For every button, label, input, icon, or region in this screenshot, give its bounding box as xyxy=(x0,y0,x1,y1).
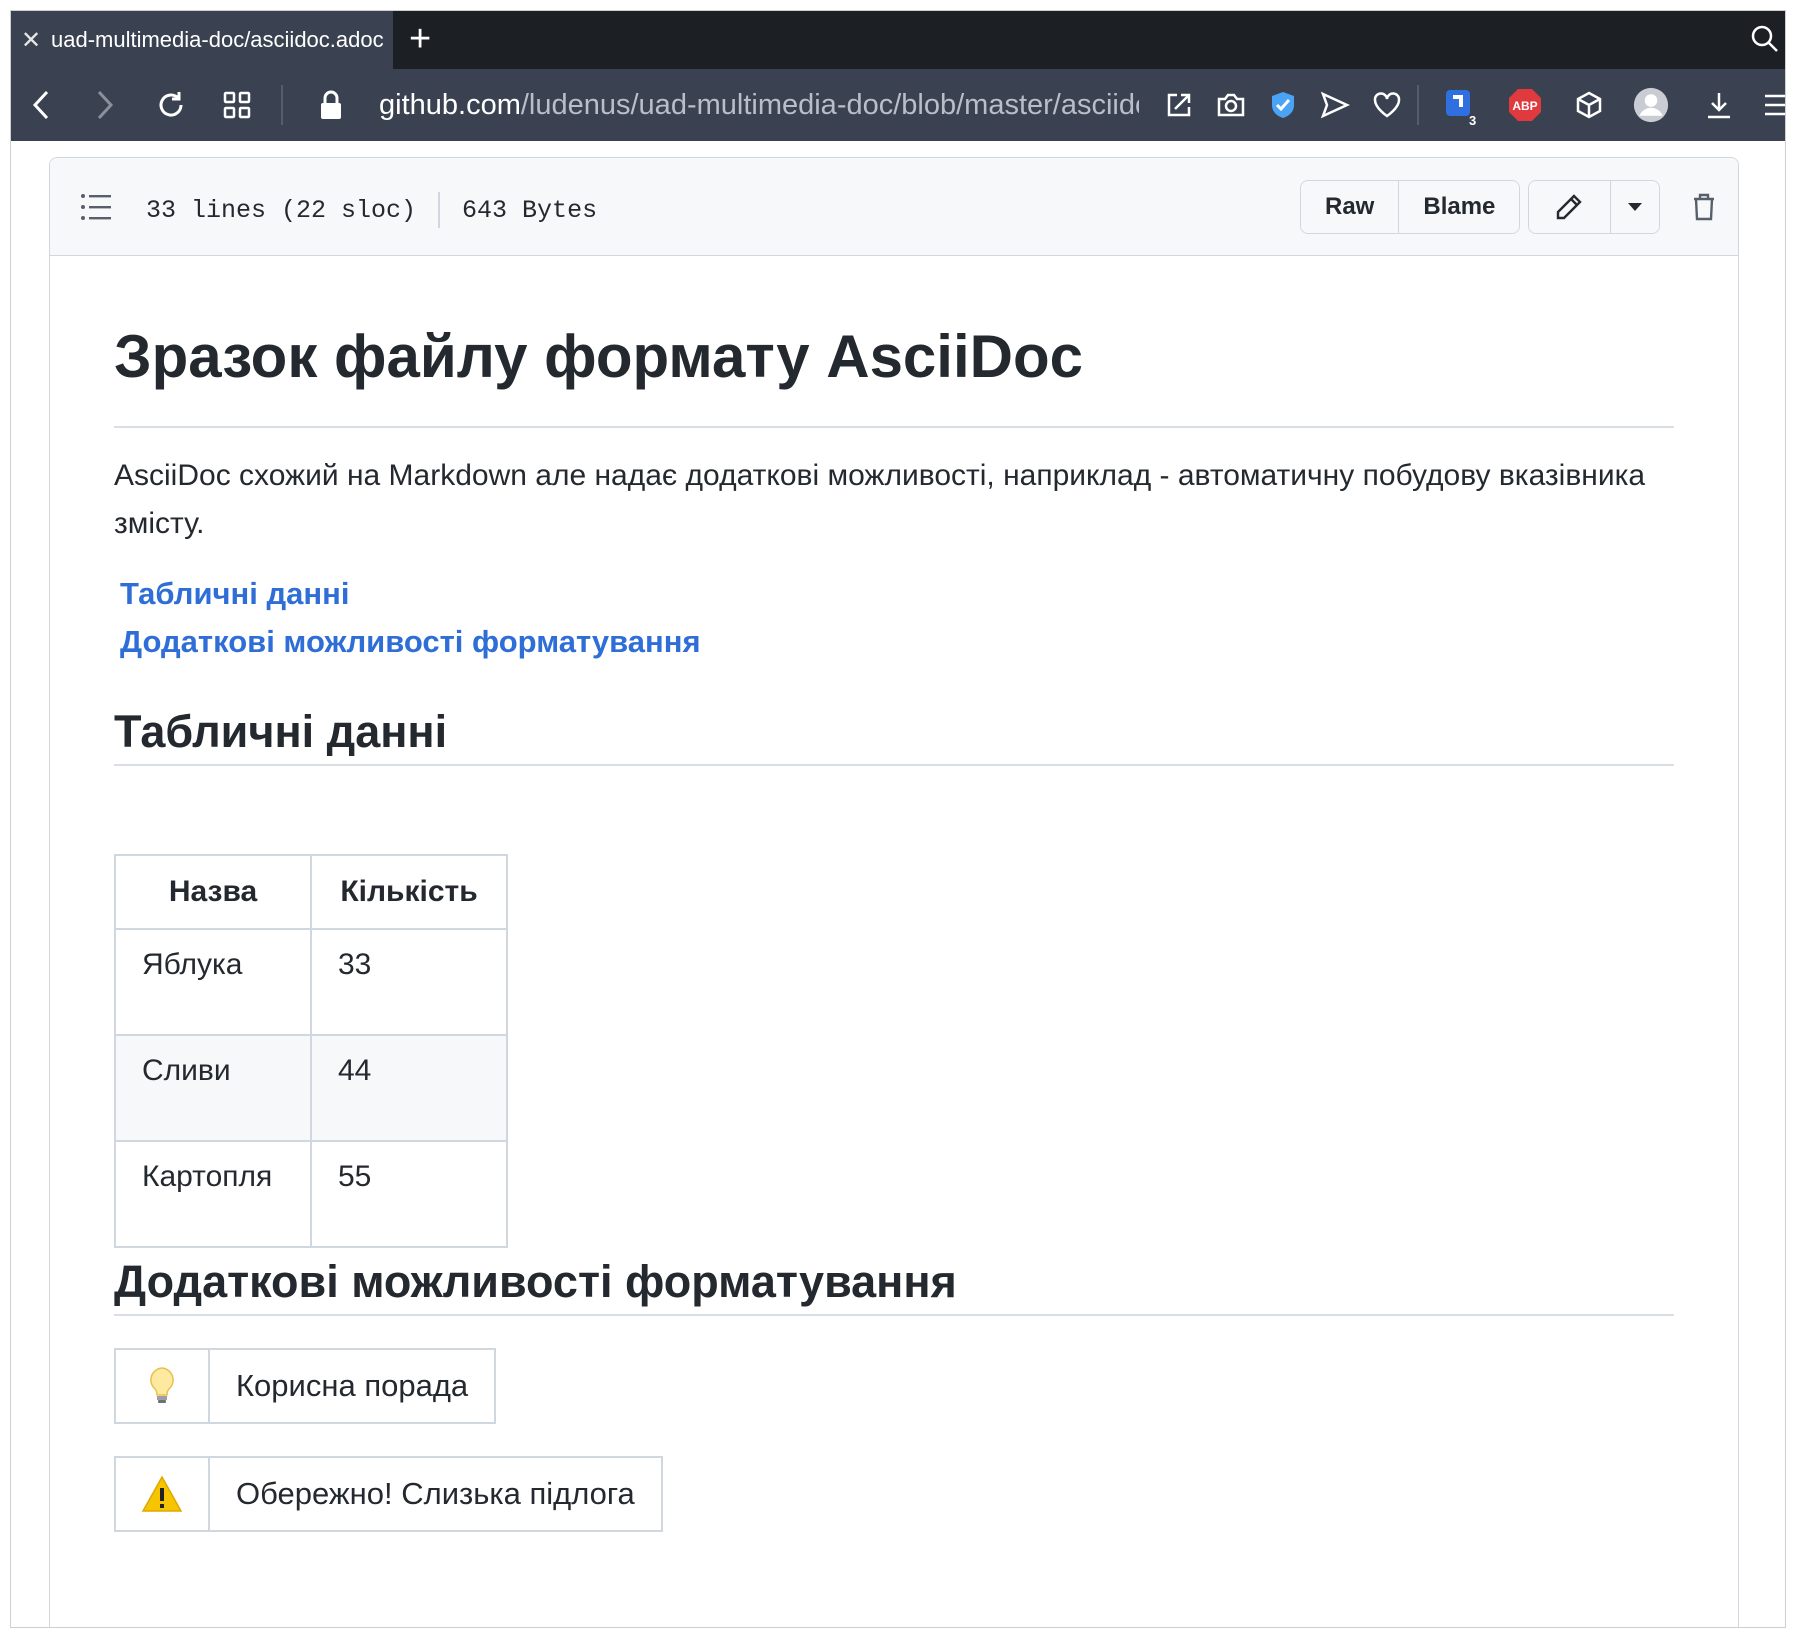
tab-active[interactable]: ✕ uad-multimedia-doc/asciidoc.adoc xyxy=(11,11,393,69)
tab-bar: ✕ uad-multimedia-doc/asciidoc.adoc + xyxy=(11,11,1785,69)
edit-group xyxy=(1528,180,1660,234)
camera-icon[interactable] xyxy=(1213,87,1249,123)
section-heading-tables: Табличні данні xyxy=(114,706,448,757)
svg-text:ABP: ABP xyxy=(1512,99,1537,113)
extension-badge: 3 xyxy=(1469,113,1477,128)
table-cell: 55 xyxy=(310,1140,508,1248)
close-icon[interactable]: ✕ xyxy=(11,26,51,55)
shield-check-icon[interactable] xyxy=(1265,87,1301,123)
table-cell: Картопля xyxy=(114,1140,312,1248)
lightbulb-icon xyxy=(116,1350,210,1422)
table-row: Сливи 44 xyxy=(114,1034,508,1142)
blame-button[interactable]: Blame xyxy=(1398,181,1520,233)
raw-button[interactable]: Raw xyxy=(1301,181,1399,233)
share-icon[interactable] xyxy=(1161,87,1197,123)
divider xyxy=(114,426,1674,428)
pencil-icon[interactable] xyxy=(1529,181,1610,233)
trash-icon[interactable] xyxy=(1686,188,1722,226)
tip-text: Корисна порада xyxy=(236,1368,469,1403)
lock-icon[interactable] xyxy=(313,87,349,123)
send-icon[interactable] xyxy=(1317,87,1353,123)
separator xyxy=(1417,85,1419,125)
table-row: Картопля 55 xyxy=(114,1140,508,1248)
line-count: 33 lines (22 sloc) xyxy=(146,195,417,225)
file-view: 33 lines (22 sloc) 643 Bytes Raw Blame З… xyxy=(49,157,1739,1627)
table-header-row: Назва Кількість xyxy=(114,854,508,930)
table-row: Яблука 33 xyxy=(114,928,508,1036)
intro-paragraph: AsciiDoc схожий на Markdown але надає до… xyxy=(114,459,1646,540)
column-header-name: Назва xyxy=(114,854,312,930)
speed-dial-icon[interactable] xyxy=(219,87,255,123)
warning-icon xyxy=(116,1458,210,1530)
table-cell: 44 xyxy=(310,1034,508,1142)
separator xyxy=(281,85,283,125)
table-cell: 33 xyxy=(310,928,508,1036)
adblock-icon[interactable]: ABP xyxy=(1507,87,1543,123)
forward-icon[interactable] xyxy=(87,87,123,123)
url-field[interactable]: github.com/ludenus/uad-multimedia-doc/bl… xyxy=(379,85,1139,125)
reload-icon[interactable] xyxy=(153,87,189,123)
toc-link-tables[interactable]: Табличні данні xyxy=(120,576,349,612)
raw-blame-group: Raw Blame xyxy=(1300,180,1521,234)
file-stats: 33 lines (22 sloc) 643 Bytes xyxy=(146,192,597,228)
table-cell: Сливи xyxy=(114,1034,312,1142)
warning-text: Обережно! Слизька підлога xyxy=(236,1476,635,1511)
triangle-down-icon[interactable] xyxy=(1609,181,1659,233)
data-table: Назва Кількість Яблука 33 Сливи 44 Карто… xyxy=(114,854,508,1248)
column-header-quantity: Кількість xyxy=(310,854,508,930)
warning-admonition: Обережно! Слизька підлога xyxy=(114,1456,663,1532)
table-cell: Яблука xyxy=(114,928,312,1036)
url-host: github.com xyxy=(379,89,521,121)
search-icon[interactable] xyxy=(1749,23,1779,58)
list-icon[interactable] xyxy=(80,192,112,222)
package-icon[interactable] xyxy=(1571,87,1607,123)
file-header: 33 lines (22 sloc) 643 Bytes Raw Blame xyxy=(50,158,1738,256)
download-icon[interactable] xyxy=(1701,87,1737,123)
address-bar: github.com/ludenus/uad-multimedia-doc/bl… xyxy=(11,69,1785,141)
heart-icon[interactable] xyxy=(1369,87,1405,123)
document-title: Зразок файлу формату AsciiDoc xyxy=(114,323,1083,390)
tab-title: uad-multimedia-doc/asciidoc.adoc xyxy=(51,27,384,52)
back-icon[interactable] xyxy=(23,87,59,123)
url-path: /ludenus/uad-multimedia-doc/blob/master/… xyxy=(520,89,1139,121)
plus-icon[interactable]: + xyxy=(409,19,431,59)
toc-link-formatting[interactable]: Додаткові можливості форматування xyxy=(120,624,701,660)
file-size: 643 Bytes xyxy=(462,195,598,225)
avatar[interactable] xyxy=(1633,87,1669,123)
separator xyxy=(438,192,441,228)
menu-icon[interactable] xyxy=(1757,87,1785,123)
divider xyxy=(114,1314,1674,1316)
browser-window: ✕ uad-multimedia-doc/asciidoc.adoc + git… xyxy=(10,10,1786,1628)
section-heading-formatting: Додаткові можливості форматування xyxy=(114,1256,957,1307)
divider xyxy=(114,764,1674,766)
tip-admonition: Корисна порада xyxy=(114,1348,497,1424)
